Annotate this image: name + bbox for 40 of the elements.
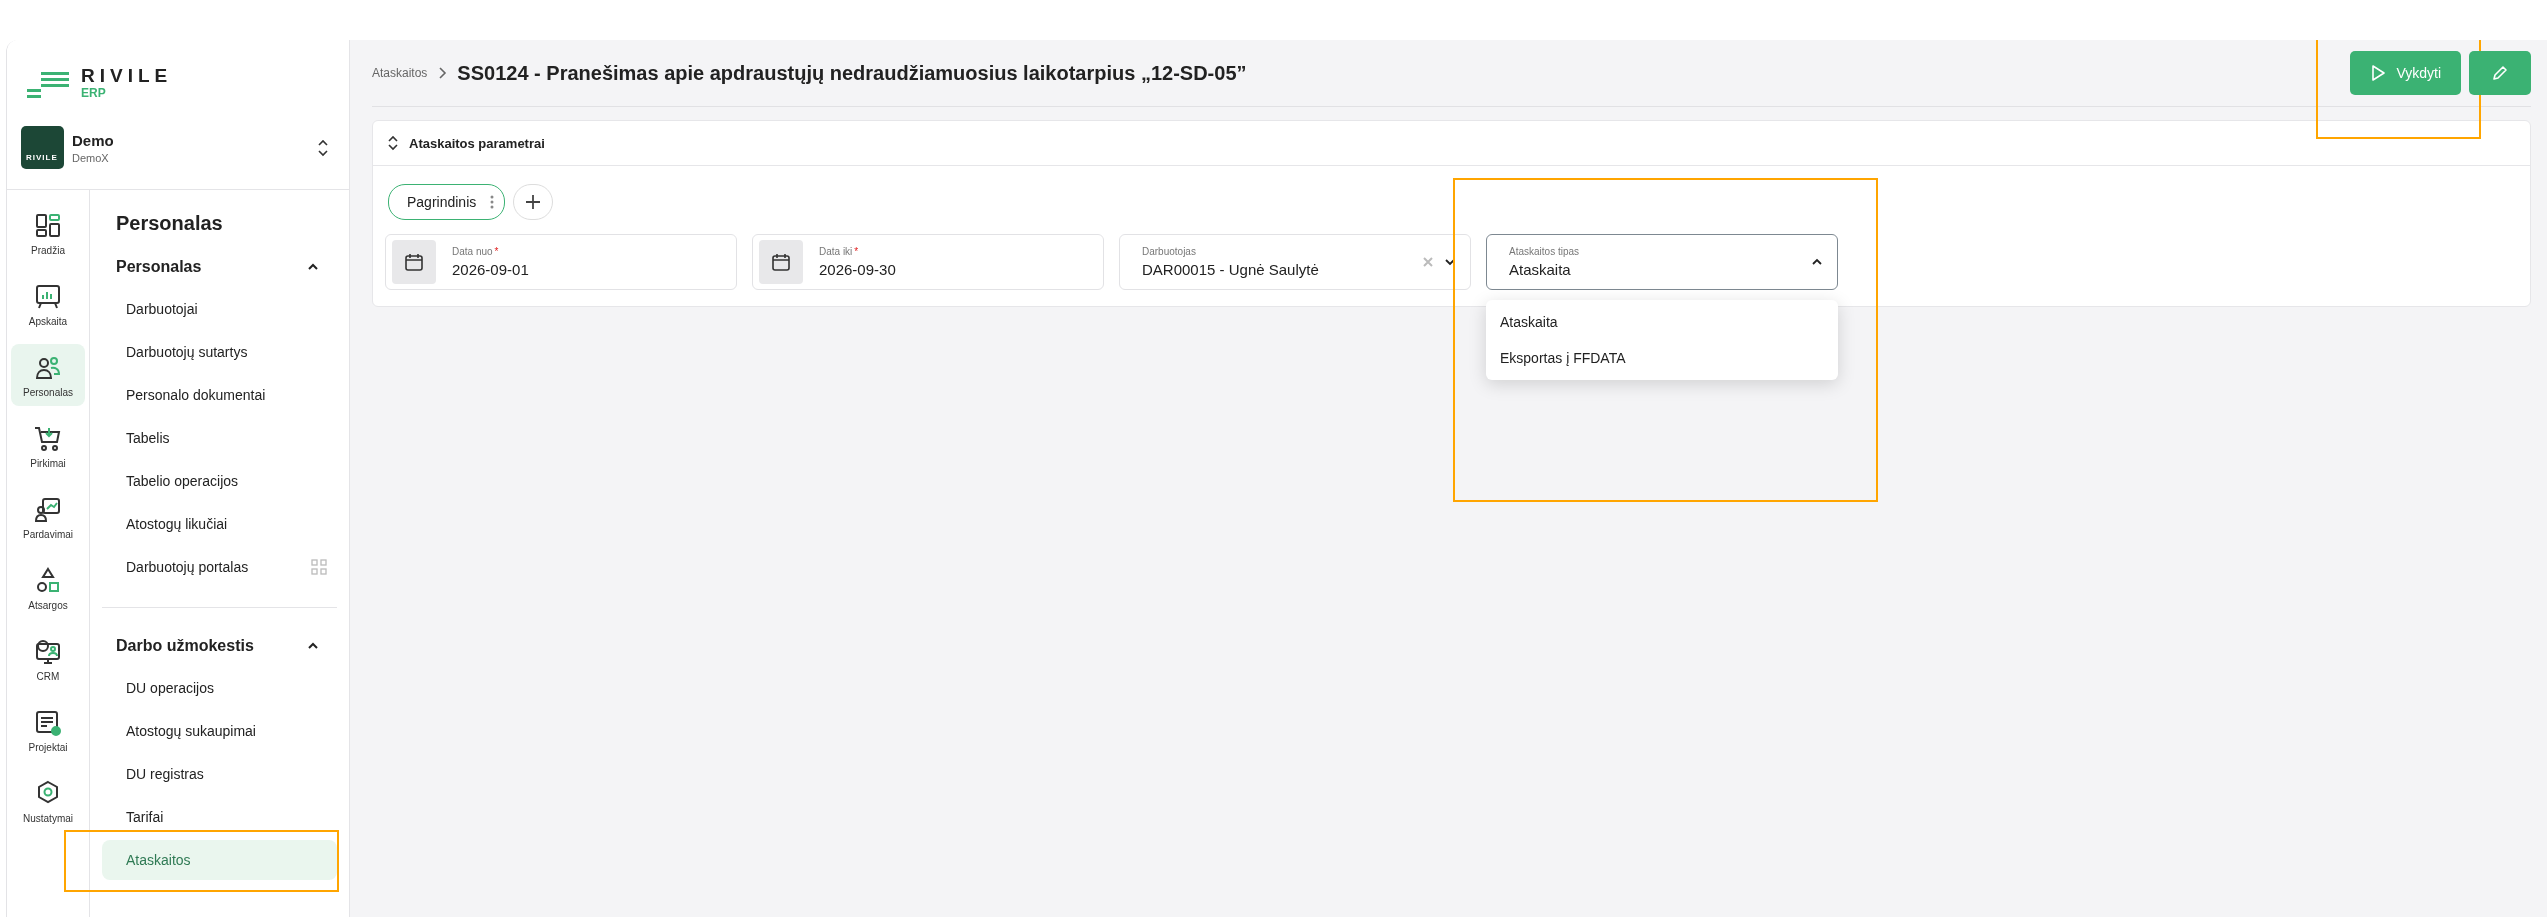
- nav-item[interactable]: Tabelio operacijos: [102, 461, 337, 501]
- module-tab[interactable]: Pardavimai: [11, 486, 85, 548]
- date-field[interactable]: Data iki * 2026-09-30: [752, 234, 1104, 290]
- nav-item[interactable]: Tarifai: [102, 797, 337, 837]
- module-tab[interactable]: Pradžia: [11, 202, 85, 264]
- date-field[interactable]: Data nuo * 2026-09-01: [385, 234, 737, 290]
- company-logo: RIVILE: [21, 126, 64, 169]
- nav-item[interactable]: Personalo dokumentai: [102, 375, 337, 415]
- select-field[interactable]: Darbuotojas DAR00015 - Ugnė Saulytė: [1119, 234, 1471, 290]
- select-field[interactable]: Ataskaitos tipas Ataskaita: [1486, 234, 1838, 290]
- module-tab[interactable]: Apskaita: [11, 273, 85, 335]
- nav-item[interactable]: Darbuotojai: [102, 289, 337, 329]
- module-tab[interactable]: CRM: [11, 628, 85, 690]
- module-tab[interactable]: Projektai: [11, 699, 85, 761]
- nav-item[interactable]: Atostogų sukaupimai: [102, 711, 337, 751]
- module-tab[interactable]: Atsargos: [11, 557, 85, 619]
- company-name: Demo: [72, 131, 115, 149]
- module-tab[interactable]: Nustatymai: [11, 770, 85, 832]
- dropdown-option[interactable]: Eksportas į FFDATA: [1486, 340, 1838, 376]
- module-tab[interactable]: Personalas: [11, 344, 85, 406]
- nav-item[interactable]: Darbuotojų sutartys: [102, 332, 337, 372]
- company-switcher[interactable]: RIVILE Demo DemoX: [7, 114, 349, 190]
- nav-item[interactable]: Atostogų likučiai: [102, 504, 337, 544]
- nav-item[interactable]: Ataskaitos: [102, 840, 337, 880]
- logo-subtitle: ERP: [81, 86, 107, 100]
- nav-item[interactable]: Darbuotojų portalas: [102, 547, 337, 587]
- preset-tab[interactable]: Pagrindinis: [388, 184, 506, 220]
- company-subtitle: DemoX: [72, 151, 110, 164]
- dropdown-option[interactable]: Ataskaita: [1486, 304, 1838, 340]
- section-header[interactable]: Darbo užmokestis: [102, 632, 337, 660]
- nav-title: Personalas: [115, 212, 224, 235]
- module-tab[interactable]: Pirkimai: [11, 415, 85, 477]
- section-header[interactable]: Personalas: [102, 253, 337, 281]
- nav-item[interactable]: Tabelis: [102, 418, 337, 458]
- nav-item[interactable]: DU registras: [102, 754, 337, 794]
- page-title: SS0124 - Pranešimas apie apdraustųjų nedraudžiamuosius laikotarpius „12-SD-05”: [457, 61, 1247, 85]
- nav-item[interactable]: DU operacijos: [102, 668, 337, 708]
- panel-header[interactable]: Ataskaitos parametrai: [373, 121, 2530, 166]
- breadcrumb-link[interactable]: Ataskaitos: [372, 66, 428, 80]
- logo-wordmark: RIVILE: [81, 66, 173, 86]
